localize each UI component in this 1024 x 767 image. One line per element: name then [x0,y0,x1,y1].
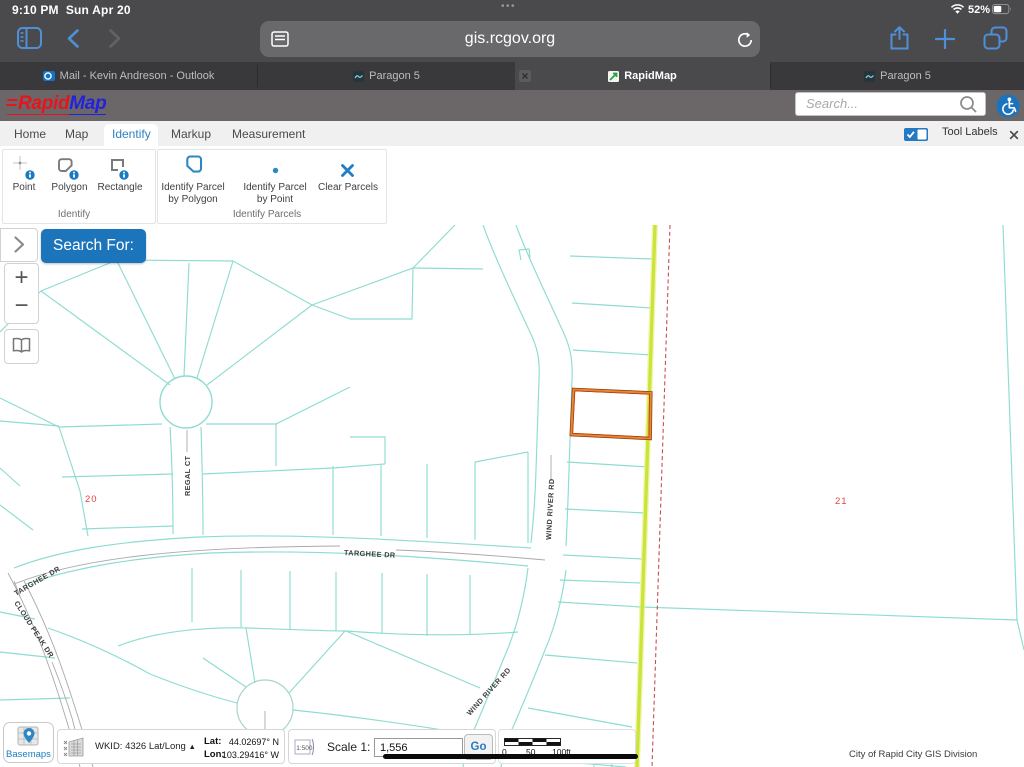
svg-text:20: 20 [85,494,98,505]
svg-text:21: 21 [835,496,848,507]
svg-text:REGAL CT: REGAL CT [183,455,192,496]
svg-text:CLOUD PEAK DR: CLOUD PEAK DR [12,599,56,660]
svg-text:TARGHEE DR: TARGHEE DR [344,548,396,560]
svg-text:1:500: 1:500 [296,745,313,752]
svg-text:WIND RIVER RD: WIND RIVER RD [465,666,513,718]
svg-text:TARGHEE DR: TARGHEE DR [13,564,63,598]
svg-text:WIND RIVER RD: WIND RIVER RD [544,478,556,540]
